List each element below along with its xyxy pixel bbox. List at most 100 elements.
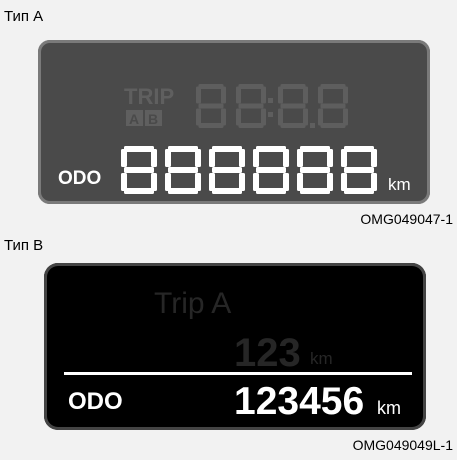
type-a-trip-digit-segment <box>278 108 283 126</box>
type-a-odo-digit-segment <box>300 146 330 152</box>
type-a-trip-digit-segment <box>280 84 306 89</box>
type-a-odo-digit-segment <box>283 173 289 191</box>
type-a-trip-digits <box>196 84 348 128</box>
type-a-odo-digit-segment <box>283 149 289 167</box>
type-a-odo-digit-segment <box>168 146 198 152</box>
type-a-odo-digit-segment <box>165 173 171 191</box>
type-a-trip-digit-segment <box>221 86 226 104</box>
type-a-trip-digit-segment <box>198 103 224 109</box>
type-a-trip-colon-dot <box>268 112 273 117</box>
type-a-trip-digit-segment <box>261 86 266 104</box>
type-a-odo-digit-segment <box>209 173 215 191</box>
type-a-odo-digit-segment <box>341 149 347 167</box>
type-a-odo-digit-segment <box>344 167 374 173</box>
type-a-trip-digit-segment <box>198 84 224 89</box>
type-b-odo-label: ODO <box>68 388 123 415</box>
type-a-odo-digit-segment <box>371 173 377 191</box>
type-b-figure-code: OMG049049L-1 <box>352 437 453 453</box>
type-a-trip-digit-segment <box>236 86 241 104</box>
type-a-odo-digit <box>121 146 157 194</box>
type-a-odo-digit-segment <box>212 167 242 173</box>
type-a-trip-digit-segment <box>236 108 241 126</box>
type-a-odo-digit-segment <box>195 149 201 167</box>
type-a-trip-digit-segment <box>261 108 266 126</box>
type-a-trip-digit-segment <box>320 123 346 128</box>
type-a-trip-digit-segment <box>221 108 226 126</box>
type-a-odo-digit <box>253 146 289 194</box>
type-a-trip-decimal-point <box>310 123 315 128</box>
type-b-label: Тип B <box>4 237 44 254</box>
type-a-odo-digit-segment <box>121 173 127 191</box>
type-a-trip-digit <box>196 84 226 128</box>
type-a-odo-digit-segment <box>256 188 286 194</box>
type-a-odo-digit-segment <box>253 173 259 191</box>
type-a-trip-digit-segment <box>196 86 201 104</box>
type-a-trip-digit <box>318 84 348 128</box>
type-a-trip-colon-dot <box>268 98 273 103</box>
type-a-trip-digit-segment <box>343 108 348 126</box>
type-a-trip-digit-segment <box>303 86 308 104</box>
type-a-figure-code: OMG049047-1 <box>360 211 453 227</box>
type-a-trip-digit-segment <box>280 103 306 109</box>
type-a-odo-digit-segment <box>300 167 330 173</box>
type-a-odo-digit-segment <box>121 149 127 167</box>
type-a-odo-digit <box>165 146 201 194</box>
type-a-odo-digit <box>341 146 377 194</box>
type-a-odo-digit-segment <box>151 173 157 191</box>
type-b-divider <box>64 372 412 375</box>
type-a-trip-mode-b: B <box>148 111 158 127</box>
type-a-odo-digit-segment <box>344 188 374 194</box>
type-a-odo-digit-segment <box>168 167 198 173</box>
type-a-odo-digit-segment <box>168 188 198 194</box>
type-a-panel: Тип A TRIP A B ODO km OMG049047-1 <box>0 0 457 233</box>
type-a-trip-digit <box>278 84 308 128</box>
type-a-odo-digit-segment <box>165 149 171 167</box>
type-a-odo-digit-segment <box>239 173 245 191</box>
type-a-odo-digit-segment <box>124 146 154 152</box>
type-a-trip-mode-a: A <box>129 111 139 127</box>
type-a-odo-digit-segment <box>341 173 347 191</box>
type-a-odo-digit-segment <box>212 146 242 152</box>
type-b-panel: Тип B Trip A 123 km ODO 123456 km OMG049… <box>0 233 457 460</box>
type-a-odo-digit-segment <box>239 149 245 167</box>
type-a-trip-digit-segment <box>198 123 224 128</box>
type-a-odo-digit <box>297 146 333 194</box>
type-a-trip-digit-segment <box>320 84 346 89</box>
type-a-trip-digit <box>236 84 266 128</box>
type-a-lcd-svg: TRIP A B ODO km <box>58 84 411 194</box>
type-a-trip-digit-segment <box>238 123 264 128</box>
type-a-trip-digit-segment <box>320 103 346 109</box>
type-a-odo-digits <box>121 146 377 194</box>
type-a-trip-digit-segment <box>238 84 264 89</box>
type-a-trip-digit-segment <box>278 86 283 104</box>
type-a-odo-digit-segment <box>253 149 259 167</box>
type-a-odo-digit-segment <box>151 149 157 167</box>
type-a-label: Тип A <box>4 8 44 25</box>
type-a-trip-label: TRIP <box>124 84 174 109</box>
type-b-odo-unit: km <box>377 398 401 418</box>
type-a-odo-digit-segment <box>195 173 201 191</box>
type-a-trip-digit-segment <box>318 108 323 126</box>
type-b-trip-value: 123 <box>234 331 301 375</box>
type-a-trip-digit-segment <box>318 86 323 104</box>
type-a-trip-digit-segment <box>238 103 264 109</box>
type-a-odo-digit-segment <box>297 173 303 191</box>
type-a-odo-digit-segment <box>327 149 333 167</box>
type-a-odo-digit-segment <box>327 173 333 191</box>
type-a-trip-digit-segment <box>280 123 306 128</box>
type-a-lcd-screen: TRIP A B ODO km <box>38 40 430 204</box>
type-a-trip-digit-segment <box>196 108 201 126</box>
type-a-trip-digit-segment <box>303 108 308 126</box>
type-a-odo-digit-segment <box>212 188 242 194</box>
type-a-trip-digit-segment <box>343 86 348 104</box>
type-a-odo-digit-segment <box>371 149 377 167</box>
type-a-odo-digit <box>209 146 245 194</box>
type-a-odo-unit: km <box>388 175 411 194</box>
type-a-odo-label: ODO <box>58 168 101 189</box>
type-a-odo-digit-segment <box>344 146 374 152</box>
type-a-odo-digit-segment <box>256 146 286 152</box>
type-b-lcd-svg: Trip A 123 km ODO 123456 km <box>64 287 412 423</box>
type-a-odo-digit-segment <box>256 167 286 173</box>
type-b-trip-unit: km <box>310 349 333 368</box>
type-b-odo-value: 123456 <box>234 380 364 423</box>
